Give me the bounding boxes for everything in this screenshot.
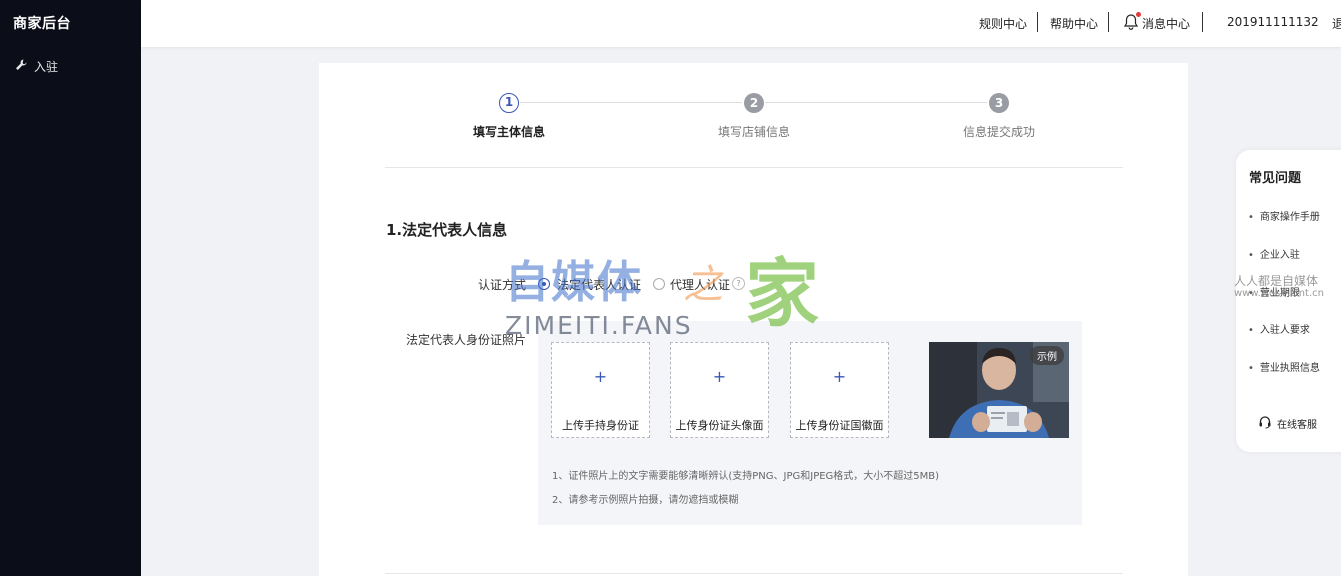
upload-handheld-id[interactable]: + 上传手持身份证 — [551, 342, 650, 438]
divider — [385, 573, 1123, 574]
sample-badge: 示例 — [1030, 346, 1064, 365]
upload-label: 上传手持身份证 — [562, 419, 639, 432]
faq-title: 常见问题 — [1249, 171, 1302, 186]
main-card: 1 2 3 填写主体信息 填写店铺信息 信息提交成功 1.法定代表人信息 认证方… — [319, 63, 1188, 576]
auth-method-label: 认证方式 — [477, 278, 526, 292]
sidebar-item-label: 入驻 — [34, 60, 59, 74]
message-center-link[interactable]: 消息中心 — [1142, 15, 1190, 32]
divider — [385, 167, 1123, 168]
faq-item[interactable]: 营业执照信息 — [1248, 359, 1320, 374]
faq-item[interactable]: 商家操作手册 — [1248, 208, 1320, 223]
radio-legal-rep[interactable] — [538, 278, 550, 290]
divider — [1037, 12, 1038, 32]
plus-icon: + — [593, 367, 608, 386]
step-connector — [765, 102, 987, 103]
faq-panel: 常见问题 商家操作手册 企业入驻 营业期限 入驻人要求 营业执照信息 在线客服 — [1236, 150, 1341, 452]
logout-link[interactable]: 退 — [1332, 15, 1341, 32]
plus-icon: + — [712, 367, 727, 386]
upload-note: 1、证件照片上的文字需要能够清晰辨认(支持PNG、JPG和JPEG格式，大小不超… — [552, 471, 940, 482]
step-connector — [520, 102, 742, 103]
upload-label: 上传身份证国徽面 — [795, 419, 884, 432]
step-2-indicator: 2 — [744, 93, 764, 113]
wrench-icon — [14, 58, 28, 75]
sample-photo: 示例 — [929, 342, 1069, 438]
radio-legal-rep-label[interactable]: 法定代表人认证 — [557, 276, 641, 293]
faq-item[interactable]: 企业入驻 — [1248, 246, 1300, 261]
section-title: 1.法定代表人信息 — [386, 221, 508, 239]
sidebar: 商家后台 入驻 — [0, 0, 141, 576]
faq-item[interactable]: 入驻人要求 — [1248, 321, 1310, 336]
id-photo-label: 法定代表人身份证照片 — [405, 333, 526, 347]
upload-label: 上传身份证头像面 — [675, 419, 764, 432]
step-1-indicator: 1 — [499, 93, 519, 113]
step-3-indicator: 3 — [989, 93, 1009, 113]
help-icon[interactable]: ? — [732, 277, 745, 290]
divider — [1202, 12, 1203, 32]
step-1-label: 填写主体信息 — [472, 125, 545, 139]
radio-agent-label[interactable]: 代理人认证 — [670, 276, 730, 293]
upload-id-back[interactable]: + 上传身份证国徽面 — [790, 342, 889, 438]
plus-icon: + — [832, 367, 847, 386]
brand-title: 商家后台 — [13, 16, 71, 32]
notification-dot — [1136, 12, 1141, 17]
divider — [1108, 12, 1109, 32]
sidebar-item-settle-in[interactable]: 入驻 — [14, 58, 58, 75]
rules-center-link[interactable]: 规则中心 — [979, 15, 1027, 32]
step-3-label: 信息提交成功 — [962, 125, 1035, 139]
upload-note: 2、请参考示例照片拍摄，请勿遮挡或模糊 — [552, 495, 739, 506]
step-2-label: 填写店铺信息 — [717, 125, 790, 139]
upload-panel: + 上传手持身份证 + 上传身份证头像面 + 上传身份证国徽面 示例 1、证件照… — [538, 321, 1082, 525]
top-bar: 规则中心 帮助中心 消息中心 201911111132 退 — [141, 0, 1341, 47]
faq-item[interactable]: 营业期限 — [1248, 284, 1300, 299]
upload-id-front[interactable]: + 上传身份证头像面 — [670, 342, 769, 438]
headset-icon — [1258, 415, 1272, 432]
online-service-label: 在线客服 — [1277, 420, 1317, 431]
account-id[interactable]: 201911111132 — [1227, 15, 1319, 29]
radio-agent[interactable] — [653, 278, 665, 290]
help-center-link[interactable]: 帮助中心 — [1050, 15, 1098, 32]
online-service-button[interactable]: 在线客服 — [1258, 415, 1317, 432]
